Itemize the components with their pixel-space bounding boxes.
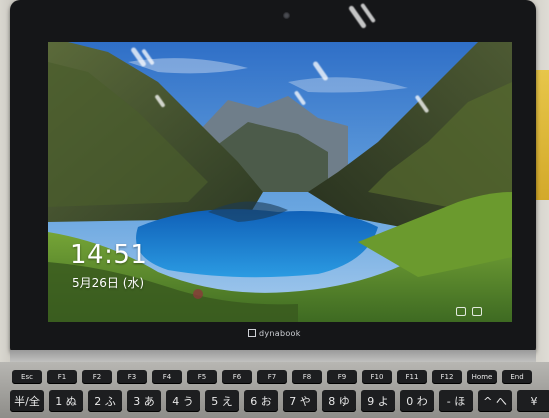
function-key[interactable]: F3 xyxy=(117,370,147,384)
function-key[interactable]: End xyxy=(502,370,532,384)
lock-screen-time: 14:51 xyxy=(70,240,148,270)
number-key[interactable]: 8 ゆ xyxy=(322,390,356,412)
laptop-lid: 14:51 5月26日 (水) dynabook xyxy=(10,0,536,352)
number-key[interactable]: 2 ふ xyxy=(88,390,122,412)
lock-screen-date: 5月26日 (水) xyxy=(72,276,145,290)
number-key[interactable]: 1 ぬ xyxy=(49,390,83,412)
network-icon[interactable] xyxy=(456,307,466,316)
number-key[interactable]: ^ へ xyxy=(478,390,512,412)
number-key[interactable]: 4 う xyxy=(166,390,200,412)
function-key[interactable]: F1 xyxy=(47,370,77,384)
number-key[interactable]: 5 え xyxy=(205,390,239,412)
function-key[interactable]: F2 xyxy=(82,370,112,384)
number-key[interactable]: 7 や xyxy=(283,390,317,412)
number-key[interactable]: 9 よ xyxy=(361,390,395,412)
function-key[interactable]: Esc xyxy=(12,370,42,384)
function-key[interactable]: F11 xyxy=(397,370,427,384)
function-key[interactable]: F7 xyxy=(257,370,287,384)
function-key[interactable]: Home xyxy=(467,370,497,384)
lock-screen-status-icons xyxy=(456,307,482,316)
function-key[interactable]: F10 xyxy=(362,370,392,384)
number-key[interactable]: - ほ xyxy=(439,390,473,412)
function-key[interactable]: F12 xyxy=(432,370,462,384)
function-key[interactable]: F5 xyxy=(187,370,217,384)
battery-icon xyxy=(472,307,482,316)
number-key[interactable]: 半/全 xyxy=(10,390,44,412)
laptop-photo: 14:51 5月26日 (水) dynabook Esc F1 F2 F3 F4 F5 F6… xyxy=(0,0,549,418)
number-key[interactable]: 6 お xyxy=(244,390,278,412)
lock-screen[interactable]: 14:51 5月26日 (水) xyxy=(48,42,512,322)
keyboard: Esc F1 F2 F3 F4 F5 F6 F7 F8 F9 F10 F11 F12 Home End 半/… xyxy=(8,368,549,418)
brand-label: dynabook xyxy=(248,329,301,338)
number-key[interactable]: 0 わ xyxy=(400,390,434,412)
function-key[interactable]: F6 xyxy=(222,370,252,384)
number-key-row: 半/全 1 ぬ2 ふ3 あ4 う5 え6 お7 や8 ゆ9 よ0 わ- ほ ^ へ ¥ xyxy=(10,390,549,412)
function-key-row: Esc F1 F2 F3 F4 F5 F6 F7 F8 F9 F10 F11 F12 Home End xyxy=(12,370,532,384)
function-key[interactable]: F4 xyxy=(152,370,182,384)
webcam-icon xyxy=(283,12,290,19)
brand-name: dynabook xyxy=(259,329,301,338)
number-key[interactable]: 3 あ xyxy=(127,390,161,412)
function-key[interactable]: F9 xyxy=(327,370,357,384)
function-key[interactable]: F8 xyxy=(292,370,322,384)
brand-logo-icon xyxy=(248,329,256,337)
number-key[interactable]: ¥ xyxy=(517,390,549,412)
